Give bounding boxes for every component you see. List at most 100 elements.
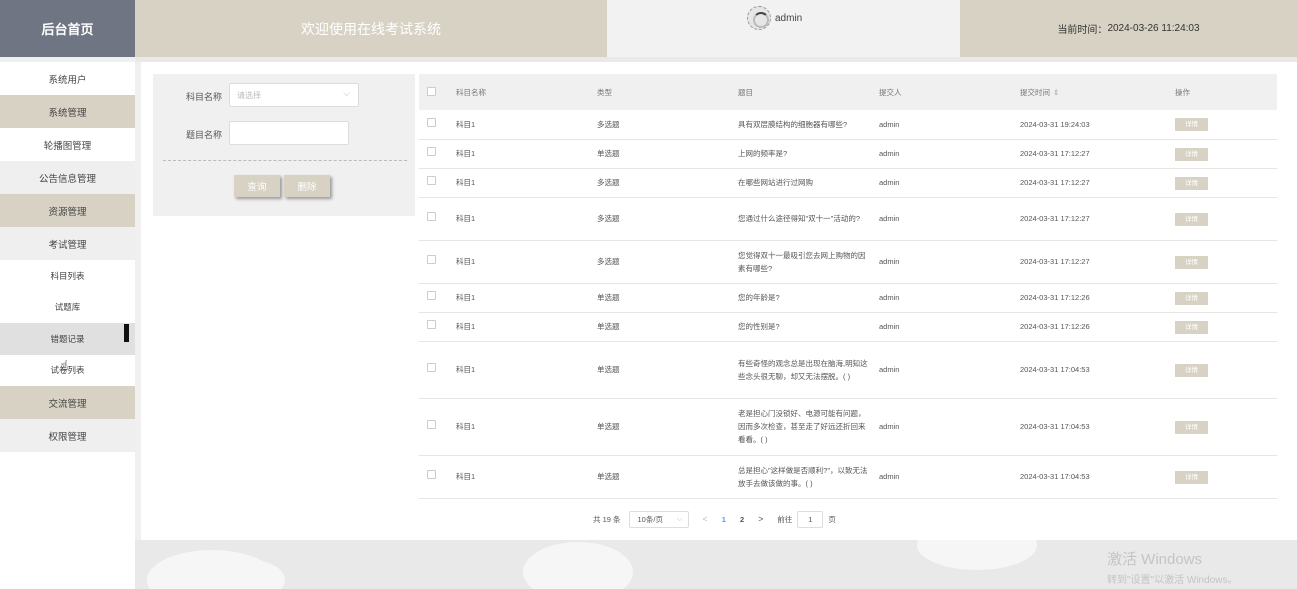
- row-checkbox[interactable]: [427, 470, 436, 479]
- detail-button[interactable]: 详情: [1175, 420, 1208, 434]
- current-time: 当前时间： 2024-03-26 11:24:03: [960, 0, 1297, 57]
- submitter-cell: admin: [871, 312, 1012, 342]
- submitter-cell: admin: [871, 197, 1012, 241]
- table-row: 科目1 多选题 具有双层膜结构的细胞器有哪些? admin 2024-03-31…: [419, 110, 1277, 140]
- detail-button[interactable]: 详情: [1175, 363, 1208, 377]
- column-header: 科目名称: [448, 74, 589, 110]
- username[interactable]: admin: [775, 13, 802, 24]
- row-select-cell[interactable]: [419, 283, 448, 313]
- next-page-button[interactable]: >: [758, 514, 763, 524]
- row-checkbox[interactable]: [427, 176, 436, 185]
- chevron-down-icon: ⌵: [343, 88, 350, 98]
- row-select-cell[interactable]: [419, 455, 448, 499]
- row-checkbox[interactable]: [427, 420, 436, 429]
- submitter-cell: admin: [871, 240, 1012, 284]
- row-checkbox[interactable]: [427, 291, 436, 300]
- title-input[interactable]: [229, 121, 349, 145]
- table-row: 科目1 单选题 老是担心门没锁好、电源可能有问题，因而多次检查，甚至走了好远还折…: [419, 398, 1277, 456]
- sort-icon[interactable]: ⇕: [1053, 88, 1059, 97]
- action-cell: 详情: [1167, 455, 1277, 499]
- goto-label: 前往: [777, 514, 793, 524]
- sidebar-item-subject-list[interactable]: 科目列表: [0, 260, 135, 292]
- question-cell: 老是担心门没锁好、电源可能有问题，因而多次检查，甚至走了好远还折回来看看。( ): [730, 398, 871, 456]
- submitter-cell: admin: [871, 139, 1012, 169]
- page-size-select[interactable]: 10条/页 ⌵: [628, 510, 689, 528]
- sidebar-item-permissions[interactable]: 权限管理: [0, 419, 135, 452]
- page-1-button[interactable]: 1: [722, 515, 726, 524]
- goto-suffix: 页: [828, 514, 836, 524]
- row-checkbox[interactable]: [427, 212, 436, 221]
- question-cell: 您的年龄是?: [730, 283, 871, 313]
- question-cell: 总是担心"这样做是否顺利?"，以致无法放手去做该做的事。( ): [730, 455, 871, 499]
- prev-page-button[interactable]: <: [703, 514, 708, 524]
- active-indicator: [124, 324, 129, 342]
- type-cell: 多选题: [589, 240, 730, 284]
- action-cell: 详情: [1167, 398, 1277, 456]
- subject-cell: 科目1: [448, 168, 589, 198]
- detail-button[interactable]: 详情: [1175, 212, 1208, 226]
- sidebar-item-communication[interactable]: 交流管理: [0, 386, 135, 419]
- row-select-cell[interactable]: [419, 240, 448, 284]
- column-header-time[interactable]: 提交时间 ⇕: [1012, 74, 1167, 110]
- sidebar-item-question-bank[interactable]: 试题库: [0, 292, 135, 324]
- sidebar-item-exam-manage[interactable]: 考试管理: [0, 227, 135, 260]
- search-panel: 科目名称 请选择 ⌵ 题目名称 查询 删除: [153, 74, 415, 216]
- subject-cell: 科目1: [448, 240, 589, 284]
- submitter-cell: admin: [871, 110, 1012, 140]
- sidebar-item-notice[interactable]: 公告信息管理: [0, 161, 135, 194]
- submitter-cell: admin: [871, 455, 1012, 499]
- detail-button[interactable]: 详情: [1175, 255, 1208, 269]
- type-cell: 单选题: [589, 398, 730, 456]
- row-select-cell[interactable]: [419, 197, 448, 241]
- action-cell: 详情: [1167, 240, 1277, 284]
- avatar-icon[interactable]: [747, 6, 771, 30]
- row-checkbox[interactable]: [427, 117, 436, 127]
- brand-title[interactable]: 后台首页: [0, 0, 135, 57]
- question-cell: 上网的频率是?: [730, 139, 871, 169]
- detail-button[interactable]: 详情: [1175, 147, 1208, 161]
- sidebar: 系统用户 系统管理 轮播图管理 公告信息管理 资源管理 考试管理 科目列表 试题…: [0, 62, 135, 589]
- sidebar-item-resources[interactable]: 资源管理: [0, 194, 135, 227]
- action-cell: 详情: [1167, 341, 1277, 399]
- delete-button[interactable]: 删除: [284, 175, 330, 197]
- row-select-cell[interactable]: [419, 341, 448, 399]
- question-cell: 有些奇怪的观念总是出现在脑海,明知这些念头很无聊，却又无法摆脱。( ): [730, 341, 871, 399]
- sidebar-item-system-users[interactable]: 系统用户: [0, 62, 135, 95]
- time-cell: 2024-03-31 17:04:53: [1012, 341, 1167, 399]
- pagination: 共 19 条 10条/页 ⌵ < 1 2 > 前往 1 页: [593, 510, 836, 528]
- select-all-cell[interactable]: [419, 74, 448, 110]
- select-all-checkbox[interactable]: [427, 86, 436, 96]
- query-button[interactable]: 查询: [234, 175, 280, 197]
- table-row: 科目1 单选题 总是担心"这样做是否顺利?"，以致无法放手去做该做的事。( ) …: [419, 455, 1277, 499]
- sidebar-item-system-manage[interactable]: 系统管理: [0, 95, 135, 128]
- row-select-cell[interactable]: [419, 398, 448, 456]
- question-cell: 您觉得双十一最吸引您去网上购物的因素有哪些?: [730, 240, 871, 284]
- table-row: 科目1 单选题 您的性别是? admin 2024-03-31 17:12:26…: [419, 312, 1277, 342]
- action-cell: 详情: [1167, 312, 1277, 342]
- subject-select[interactable]: 请选择 ⌵: [229, 83, 359, 107]
- row-checkbox[interactable]: [427, 147, 436, 156]
- row-checkbox[interactable]: [427, 320, 436, 329]
- row-select-cell[interactable]: [419, 139, 448, 169]
- row-select-cell[interactable]: [419, 168, 448, 198]
- sidebar-item-carousel[interactable]: 轮播图管理: [0, 128, 135, 161]
- hand-cursor-icon: ☝: [60, 357, 69, 373]
- table-row: 科目1 单选题 您的年龄是? admin 2024-03-31 17:12:26…: [419, 283, 1277, 313]
- detail-button[interactable]: 详情: [1175, 176, 1208, 190]
- detail-button[interactable]: 详情: [1175, 470, 1208, 484]
- time-cell: 2024-03-31 19:24:03: [1012, 110, 1167, 140]
- row-checkbox[interactable]: [427, 363, 436, 372]
- sidebar-item-wrong-records[interactable]: 错题记录: [0, 323, 135, 355]
- detail-button[interactable]: 详情: [1175, 291, 1208, 305]
- subject-cell: 科目1: [448, 139, 589, 169]
- time-cell: 2024-03-31 17:12:26: [1012, 312, 1167, 342]
- user-panel[interactable]: admin: [607, 0, 960, 57]
- row-checkbox[interactable]: [427, 255, 436, 264]
- submitter-cell: admin: [871, 168, 1012, 198]
- goto-page-input[interactable]: 1: [797, 510, 824, 528]
- row-select-cell[interactable]: [419, 312, 448, 342]
- detail-button[interactable]: 详情: [1175, 118, 1208, 132]
- row-select-cell[interactable]: [419, 110, 448, 140]
- page-2-button[interactable]: 2: [740, 515, 744, 524]
- detail-button[interactable]: 详情: [1175, 320, 1208, 334]
